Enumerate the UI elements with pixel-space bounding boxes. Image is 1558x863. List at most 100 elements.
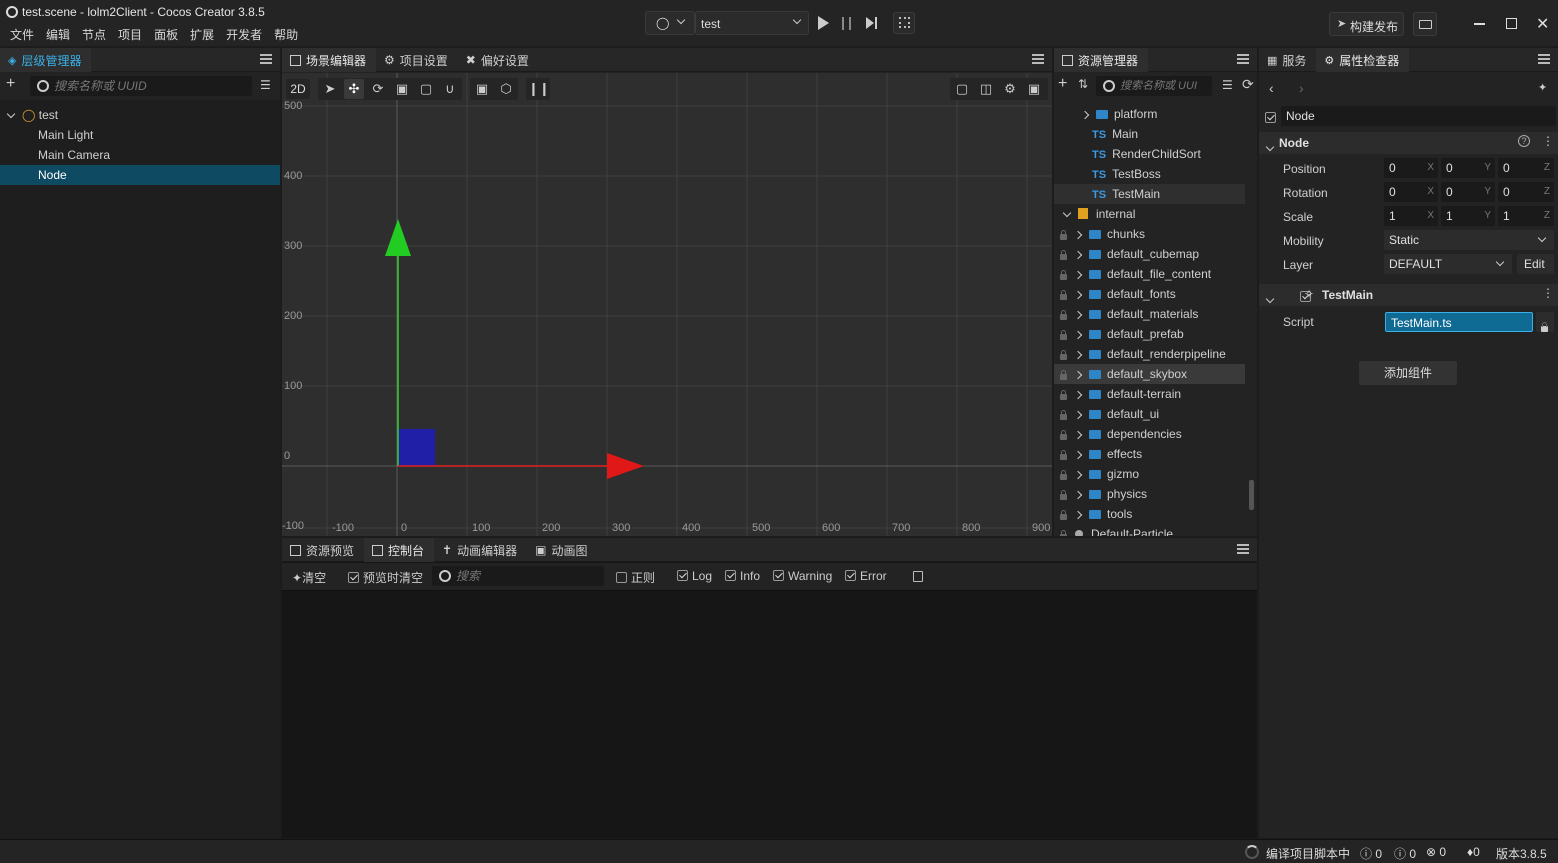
console-search-input[interactable]: 搜索: [432, 566, 604, 586]
scale-x-input[interactable]: 1X: [1384, 206, 1438, 226]
add-component-button[interactable]: 添加组件: [1359, 361, 1457, 385]
console-menu-icon[interactable]: [1237, 544, 1249, 554]
layer-select[interactable]: DEFAULT: [1384, 254, 1512, 274]
scene-viewport[interactable]: 500 400 300 200 100 0 -100 -100 0 100 20…: [282, 73, 1052, 536]
asset-item[interactable]: default_renderpipeline: [1054, 344, 1245, 364]
pin-icon[interactable]: ✦: [1538, 81, 1547, 94]
minimize-icon[interactable]: [1474, 23, 1485, 25]
chevron-right-icon[interactable]: [1073, 270, 1083, 280]
menu-node[interactable]: 节点: [76, 26, 112, 43]
position-x-input[interactable]: 0X: [1384, 158, 1438, 178]
2d-toggle-button[interactable]: 2D: [286, 79, 310, 99]
chevron-right-icon[interactable]: [1073, 450, 1083, 460]
chevron-right-icon[interactable]: [1073, 390, 1083, 400]
asset-item[interactable]: default_ui: [1054, 404, 1245, 424]
chevron-right-icon[interactable]: [1073, 250, 1083, 260]
play-icon[interactable]: [818, 16, 829, 30]
asset-item[interactable]: default_fonts: [1054, 284, 1245, 304]
asset-item[interactable]: platform: [1054, 104, 1245, 124]
more-icon[interactable]: ⋮: [1542, 286, 1554, 300]
asset-item[interactable]: physics: [1054, 484, 1245, 504]
chevron-right-icon[interactable]: [1073, 510, 1083, 520]
log-filter-toggle[interactable]: Log: [677, 569, 712, 583]
open-log-file-icon[interactable]: [913, 571, 923, 582]
menu-panel[interactable]: 面板: [148, 26, 184, 43]
rect-tool-icon[interactable]: ▢: [416, 79, 436, 99]
menu-help[interactable]: 帮助: [268, 26, 304, 43]
menu-extension[interactable]: 扩展: [184, 26, 220, 43]
node-active-checkbox[interactable]: [1265, 112, 1276, 123]
inspector-menu-icon[interactable]: [1538, 54, 1550, 64]
tree-item-main-light[interactable]: Main Light: [0, 125, 280, 145]
asset-item[interactable]: default_materials: [1054, 304, 1245, 324]
open-folder-button[interactable]: [1413, 12, 1437, 36]
scale-y-input[interactable]: 1Y: [1441, 206, 1495, 226]
asset-item[interactable]: Default-Particle: [1054, 524, 1245, 536]
info-count[interactable]: ⓘ 0: [1360, 845, 1382, 862]
menu-file[interactable]: 文件: [4, 26, 40, 43]
script-asset-field[interactable]: TestMain.ts: [1385, 312, 1533, 332]
scene-menu-icon[interactable]: [1032, 54, 1044, 64]
assets-search-input[interactable]: 搜索名称或 UUI: [1096, 76, 1212, 96]
more-icon[interactable]: ⋮: [1542, 134, 1554, 148]
position-z-input[interactable]: 0Z: [1498, 158, 1554, 178]
asset-item[interactable]: TS TestBoss: [1054, 164, 1245, 184]
rotation-x-input[interactable]: 0X: [1384, 182, 1438, 202]
tab-services[interactable]: ▦ 服务: [1259, 48, 1316, 72]
collapse-tree-icon[interactable]: ☰: [1222, 78, 1233, 92]
chevron-right-icon[interactable]: [1073, 330, 1083, 340]
menu-project[interactable]: 项目: [112, 26, 148, 43]
pause-icon[interactable]: [842, 17, 851, 30]
tab-scene-editor[interactable]: 场景编辑器: [282, 48, 377, 72]
asset-item[interactable]: default_prefab: [1054, 324, 1245, 344]
back-icon[interactable]: ‹: [1269, 80, 1274, 96]
hierarchy-search-input[interactable]: 搜索名称或 UUID: [30, 76, 252, 96]
asset-item[interactable]: TS RenderChildSort: [1054, 144, 1245, 164]
assets-scrollbar[interactable]: [1249, 480, 1254, 510]
asset-item[interactable]: default_cubemap: [1054, 244, 1245, 264]
chevron-down-icon[interactable]: [1062, 208, 1072, 218]
build-publish-button[interactable]: ➤ 构建发布: [1329, 12, 1404, 36]
scale-tool-icon[interactable]: ▣: [392, 79, 412, 99]
asset-item[interactable]: TS Main: [1054, 124, 1245, 144]
snap-tool-icon[interactable]: ∪: [440, 79, 460, 99]
regex-toggle[interactable]: 正则: [616, 569, 655, 586]
tab-assets[interactable]: 资源管理器: [1054, 48, 1149, 72]
tab-hierarchy[interactable]: ◈ 层级管理器: [0, 48, 92, 72]
pivot-icon[interactable]: ▣: [472, 79, 492, 99]
tab-project-settings[interactable]: ⚙ 项目设置: [376, 48, 458, 72]
help-icon[interactable]: ?: [1518, 135, 1530, 147]
assets-menu-icon[interactable]: [1237, 54, 1249, 64]
add-icon[interactable]: +: [6, 75, 15, 93]
move-tool-icon[interactable]: ✣: [344, 79, 364, 99]
chevron-right-icon[interactable]: [1073, 370, 1083, 380]
tab-animation-graph[interactable]: ▣ 动画图: [527, 538, 597, 562]
rotate-tool-icon[interactable]: ⟳: [368, 79, 388, 99]
menu-developer[interactable]: 开发者: [220, 26, 268, 43]
tab-inspector[interactable]: ⚙ 属性检查器: [1316, 48, 1410, 72]
warn-count[interactable]: ⓘ 0: [1394, 845, 1416, 862]
chevron-right-icon[interactable]: [1073, 290, 1083, 300]
settings-icon[interactable]: ⚙: [1000, 79, 1020, 99]
asset-item[interactable]: gizmo: [1054, 464, 1245, 484]
asset-item[interactable]: internal: [1054, 204, 1245, 224]
chevron-right-icon[interactable]: [1073, 490, 1083, 500]
asset-item[interactable]: dependencies: [1054, 424, 1245, 444]
position-y-input[interactable]: 0Y: [1441, 158, 1495, 178]
chevron-right-icon[interactable]: [1073, 310, 1083, 320]
mobility-select[interactable]: Static: [1384, 230, 1554, 250]
asset-item[interactable]: default-terrain: [1054, 384, 1245, 404]
asset-item[interactable]: default_file_content: [1054, 264, 1245, 284]
rotation-y-input[interactable]: 0Y: [1441, 182, 1495, 202]
tree-item-test[interactable]: ◯ test: [0, 105, 280, 125]
scene-select[interactable]: test: [695, 11, 809, 35]
node-name-input[interactable]: Node: [1281, 106, 1556, 126]
close-icon[interactable]: ✕: [1536, 14, 1549, 34]
tab-preferences[interactable]: ✖ 偏好设置: [458, 48, 539, 72]
select-tool-icon[interactable]: ➤: [320, 79, 340, 99]
error-filter-toggle[interactable]: Error: [845, 569, 887, 583]
tab-console[interactable]: 控制台: [364, 538, 435, 562]
error-count[interactable]: ⊗ 0: [1426, 845, 1446, 859]
platform-select[interactable]: ◯: [645, 11, 695, 35]
qrcode-button[interactable]: [893, 12, 915, 34]
